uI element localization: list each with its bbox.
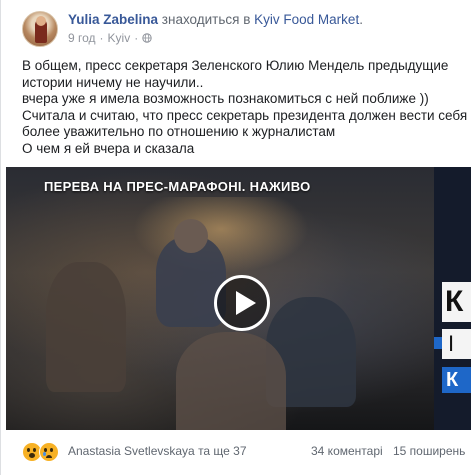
post-card: Yulia Zabelina знаходиться в Kyiv Food M… bbox=[0, 0, 471, 475]
meta-separator-2: · bbox=[134, 31, 139, 45]
location-prefix: знаходиться в bbox=[161, 12, 251, 27]
location-link[interactable]: Kyiv Food Market bbox=[254, 12, 359, 27]
play-button[interactable] bbox=[214, 275, 270, 331]
video-player[interactable]: К І К К ПЕРЕВА НА ПРЕС-МАРАФОНІ. НАЖИВО bbox=[6, 167, 471, 430]
post-text-line: истории ничему не научили.. bbox=[22, 74, 204, 90]
post-title-line: Yulia Zabelina знаходиться в Kyiv Food M… bbox=[68, 12, 363, 27]
post-city[interactable]: Kyiv bbox=[108, 31, 131, 45]
comments-count[interactable]: 34 коментарі bbox=[311, 444, 383, 458]
author-name[interactable]: Yulia Zabelina bbox=[68, 12, 158, 27]
globe-icon[interactable] bbox=[142, 33, 152, 43]
post-text-line: Считала и считаю, что пресс секретарь пр… bbox=[22, 107, 468, 123]
video-side-text: І К bbox=[442, 329, 471, 359]
post-text-line: В общем, пресс секретаря Зеленского Юлию… bbox=[22, 58, 449, 73]
video-side-text: К bbox=[442, 282, 471, 322]
post-text-line: вчера уже я имела возможность познакомит… bbox=[22, 91, 429, 106]
post-text-line: более уважительно по отношению к журнали… bbox=[22, 124, 336, 139]
location-suffix: . bbox=[359, 12, 363, 27]
post-text: В общем, пресс секретаря Зеленского Юлию… bbox=[22, 58, 468, 157]
video-caption: ПЕРЕВА НА ПРЕС-МАРАФОНІ. НАЖИВО bbox=[44, 179, 311, 194]
post-header: Yulia Zabelina знаходиться в Kyiv Food M… bbox=[22, 11, 471, 51]
reactions[interactable] bbox=[22, 442, 59, 462]
post-meta: 9 год · Kyiv · bbox=[68, 31, 152, 45]
sad-reaction-icon bbox=[39, 442, 59, 462]
author-avatar[interactable] bbox=[22, 11, 58, 47]
post-text-line: О чем я ей вчера и сказала bbox=[22, 140, 195, 156]
post-footer: Anastasia Svetlevskaya та ще 37 34 комен… bbox=[22, 440, 471, 464]
play-icon bbox=[236, 291, 256, 315]
post-time[interactable]: 9 год bbox=[68, 31, 96, 45]
video-side-text: К bbox=[442, 367, 471, 393]
reactors-link[interactable]: Anastasia Svetlevskaya та ще 37 bbox=[68, 444, 247, 458]
shares-count[interactable]: 15 поширень bbox=[393, 444, 465, 458]
meta-separator: · bbox=[99, 31, 104, 45]
